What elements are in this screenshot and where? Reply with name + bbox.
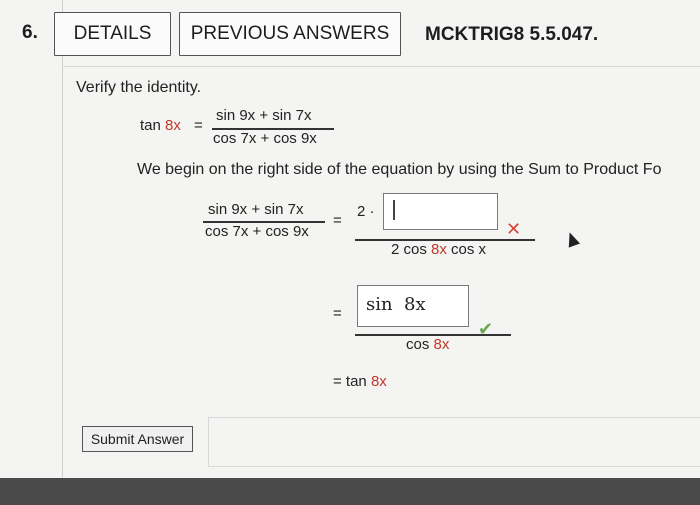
identity-equals: = xyxy=(194,117,203,134)
header-divider xyxy=(62,66,700,67)
problem-code: MCKTRIG8 5.5.047. xyxy=(425,24,599,45)
explanation-text: We begin on the right side of the equati… xyxy=(137,161,662,178)
question-number: 6. xyxy=(22,22,38,43)
step2-denominator: cos 8x xyxy=(406,336,450,353)
step1-equals: = xyxy=(333,212,342,229)
step3-result: = tan 8x xyxy=(333,373,387,390)
step1-coefficient: 2 · xyxy=(357,203,375,220)
tab-details[interactable]: DETAILS xyxy=(54,12,171,56)
step2-answer-input[interactable]: sin 8x xyxy=(357,285,469,327)
instruction-text: Verify the identity. xyxy=(76,79,202,96)
step2-equals: = xyxy=(333,305,342,322)
identity-numerator: sin 9x + sin 7x xyxy=(216,107,312,124)
mouse-pointer-icon xyxy=(563,230,581,248)
step1-answer-input[interactable] xyxy=(383,193,498,230)
correct-check-icon: ✔ xyxy=(478,319,494,339)
tab-previous-answers[interactable]: PREVIOUS ANSWERS xyxy=(179,12,401,56)
identity-lhs: tan 8x xyxy=(140,117,181,134)
step1-denominator: cos 7x + cos 9x xyxy=(205,223,309,240)
submit-answer-button[interactable]: Submit Answer xyxy=(82,426,193,452)
step2-answer-value: sin 8x xyxy=(366,294,426,315)
left-divider xyxy=(62,0,63,505)
bottom-bar xyxy=(0,478,700,505)
step1-rhs-denominator: 2 cos 8x cos x xyxy=(391,241,487,258)
step1-numerator: sin 9x + sin 7x xyxy=(208,201,304,218)
footer-panel xyxy=(208,417,700,467)
identity-denominator: cos 7x + cos 9x xyxy=(213,130,317,147)
text-cursor xyxy=(393,200,395,220)
incorrect-x-icon: ✕ xyxy=(506,219,522,239)
